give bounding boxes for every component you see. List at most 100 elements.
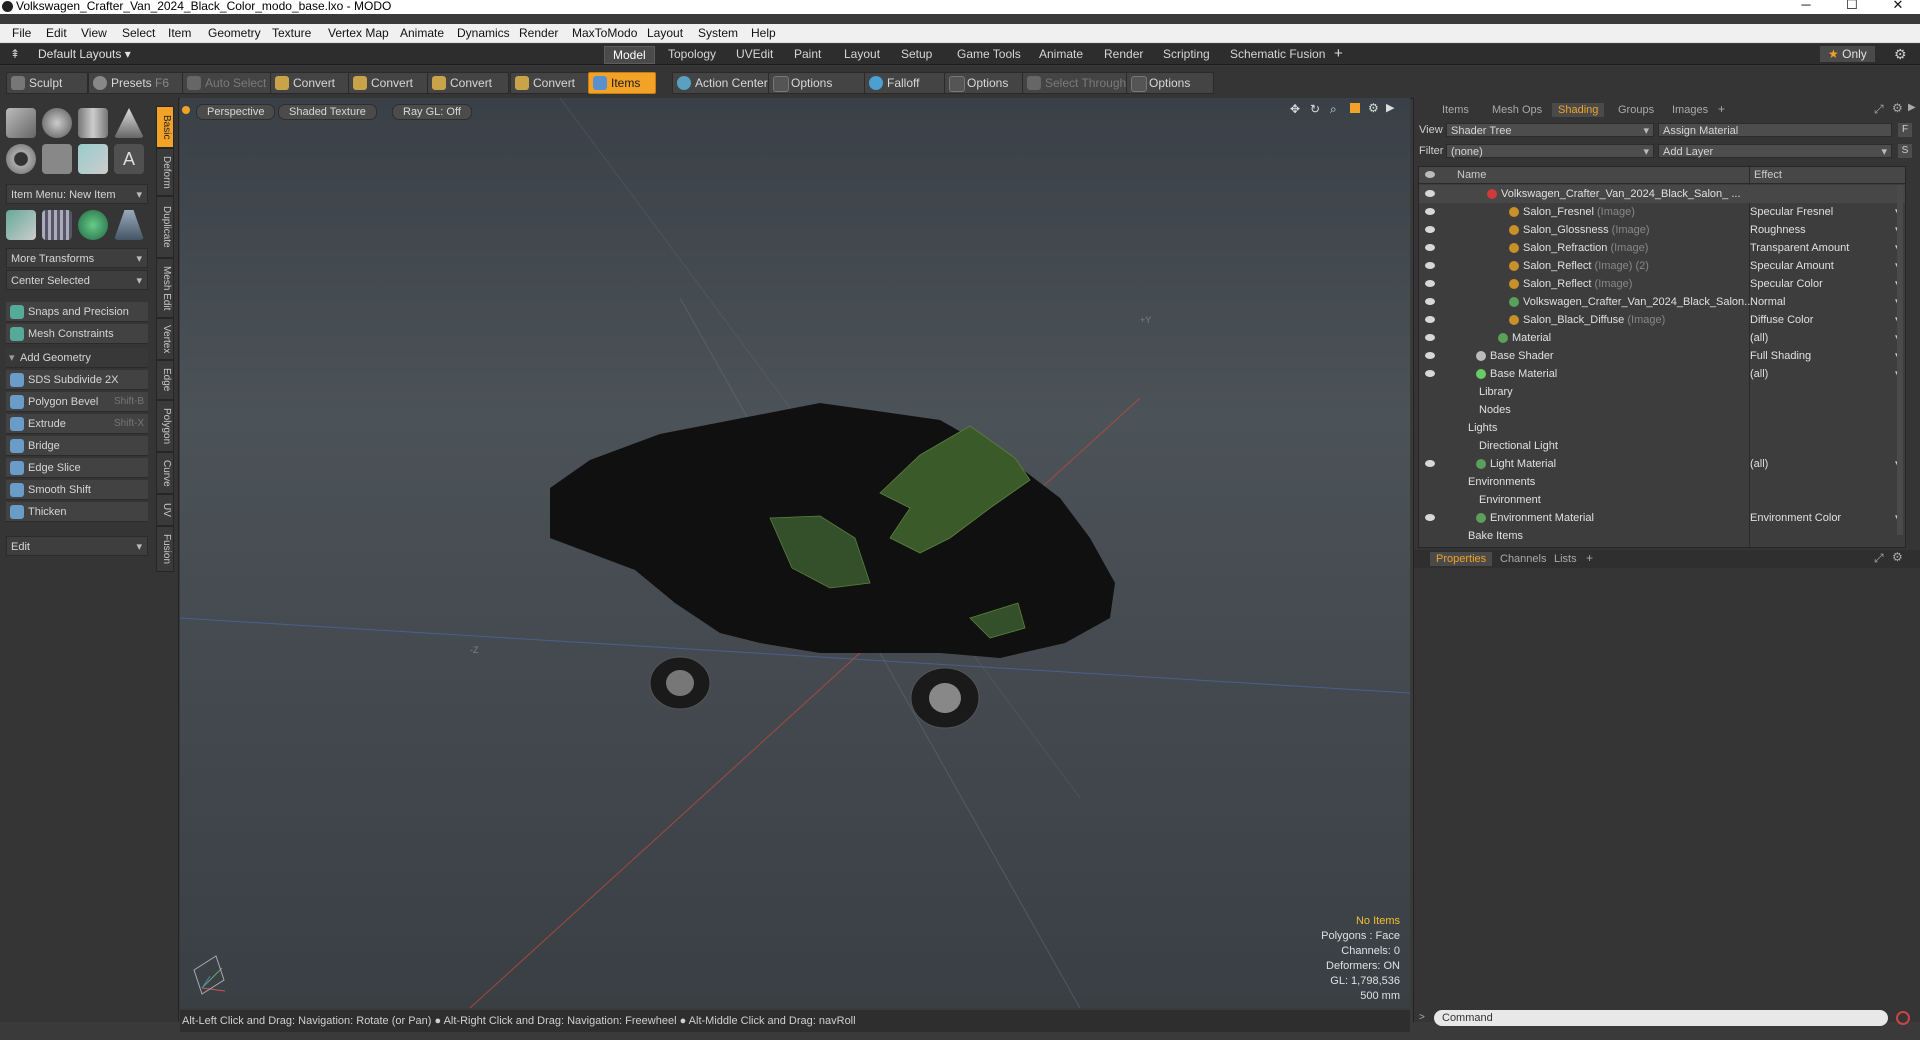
pen-tool-icon[interactable]	[78, 144, 108, 174]
vtab-deform[interactable]: Deform	[156, 148, 174, 196]
menu-vertex-map[interactable]: Vertex Map	[328, 26, 389, 40]
tree-row[interactable]: Base Material (all)	[1419, 365, 1905, 383]
effect-dropdown[interactable]: Transparent Amount	[1750, 239, 1901, 257]
vtab-fusion[interactable]: Fusion	[156, 526, 174, 572]
props-settings-icon[interactable]: ⚙	[1892, 550, 1903, 564]
select-through-button[interactable]: Select Through	[1022, 72, 1142, 94]
tree-row[interactable]: Volkswagen_Crafter_Van_2024_Black_Salon_…	[1419, 185, 1905, 203]
extrude-button[interactable]: Extrude Shift-X	[6, 414, 148, 434]
tab-items[interactable]: Items	[1436, 103, 1475, 117]
vtab-mesh-edit[interactable]: Mesh Edit	[156, 258, 174, 318]
tab-animate[interactable]: Animate	[1031, 46, 1091, 62]
effect-dropdown[interactable]: Specular Amount	[1750, 257, 1900, 275]
visibility-eye-icon[interactable]	[1425, 352, 1435, 359]
options-button-1[interactable]: Options	[768, 72, 870, 94]
visibility-eye-icon[interactable]	[1425, 298, 1435, 305]
convert-button-4[interactable]: Convert	[510, 72, 592, 94]
convert-button-3[interactable]: Convert	[427, 72, 509, 94]
visibility-eye-icon[interactable]	[1425, 370, 1435, 377]
visibility-eye-icon[interactable]	[1425, 334, 1435, 341]
3d-viewport[interactable]: +Y -Z Perspective Shaded Texture Ray GL:…	[180, 98, 1410, 1008]
tree-row[interactable]: Base Shader Full Shading	[1419, 347, 1905, 365]
menu-animate[interactable]: Animate	[400, 26, 444, 40]
tab-setup[interactable]: Setup	[893, 46, 940, 62]
menu-render[interactable]: Render	[519, 26, 558, 40]
visibility-eye-icon[interactable]	[1425, 316, 1435, 323]
raygl-button[interactable]: Ray GL: Off	[392, 104, 472, 120]
items-mode-button[interactable]: Items	[588, 72, 656, 94]
tree-row[interactable]: Nodes	[1419, 401, 1905, 419]
tree-row[interactable]: Salon_Black_Diffuse (Image) Diffuse Color	[1419, 311, 1905, 329]
tree-row[interactable]: Bake Items	[1419, 527, 1905, 545]
filter-dropdown[interactable]: (none)	[1446, 144, 1654, 159]
tree-row[interactable]: Environment	[1419, 491, 1905, 509]
move-view-icon[interactable]: ✥	[1290, 102, 1300, 116]
minimize-button[interactable]: ─	[1786, 0, 1826, 14]
vtab-polygon[interactable]: Polygon	[156, 400, 174, 452]
vtab-uv[interactable]: UV	[156, 494, 174, 526]
vtab-basic[interactable]: Basic	[156, 106, 174, 148]
expand-panel-icon[interactable]: ⤢	[1874, 102, 1884, 117]
expand-props-icon[interactable]: ⤢	[1874, 551, 1884, 566]
menu-system[interactable]: System	[698, 26, 738, 40]
menu-texture[interactable]: Texture	[272, 26, 311, 40]
auto-select-button[interactable]: Auto Select	[182, 72, 278, 94]
record-icon[interactable]	[1896, 1011, 1910, 1025]
text-tool-icon[interactable]: A	[114, 144, 144, 174]
menu-item[interactable]: Item	[168, 26, 191, 40]
tab-render[interactable]: Render	[1096, 46, 1151, 62]
panel-settings-icon[interactable]: ⚙	[1892, 101, 1903, 115]
tree-row[interactable]: Light Material (all)	[1419, 455, 1905, 473]
viewport-settings-icon[interactable]: ⚙	[1368, 101, 1379, 115]
visibility-eye-icon[interactable]	[1425, 244, 1435, 251]
tree-row[interactable]: Salon_Fresnel (Image) Specular Fresnel	[1419, 203, 1905, 221]
sds-subdivide-button[interactable]: SDS Subdivide 2X	[6, 370, 148, 390]
vtab-curve[interactable]: Curve	[156, 452, 174, 494]
bridge-button[interactable]: Bridge	[6, 436, 148, 456]
cone-primitive-icon[interactable]	[114, 108, 144, 138]
visibility-eye-icon[interactable]	[1425, 280, 1435, 287]
view-dropdown[interactable]: Shader Tree	[1446, 123, 1654, 138]
vtab-edge[interactable]: Edge	[156, 360, 174, 400]
s-button[interactable]: S	[1898, 144, 1912, 158]
options-button-3[interactable]: Options	[1126, 72, 1214, 94]
layout-arrow-icon[interactable]: ⇞	[10, 47, 20, 61]
tree-row[interactable]: Volkswagen_Crafter_Van_2024_Black_Salon.…	[1419, 293, 1905, 311]
effect-dropdown[interactable]: Diffuse Color	[1750, 311, 1901, 329]
convert-button-1[interactable]: Convert	[270, 72, 352, 94]
menu-edit[interactable]: Edit	[46, 26, 67, 40]
f-button[interactable]: F	[1898, 123, 1912, 137]
cylinder-primitive-icon[interactable]	[78, 108, 108, 138]
polygon-bevel-button[interactable]: Polygon Bevel Shift-B	[6, 392, 148, 412]
viewport-menu-icon[interactable]	[182, 106, 190, 114]
tab-images[interactable]: Images	[1666, 103, 1714, 117]
tab-lists[interactable]: Lists	[1548, 552, 1583, 566]
tab-model[interactable]: Model	[604, 46, 655, 64]
zoom-view-icon[interactable]: ⌕	[1330, 102, 1337, 117]
perspective-button[interactable]: Perspective	[196, 104, 276, 120]
menu-layout[interactable]: Layout	[647, 26, 683, 40]
menu-select[interactable]: Select	[122, 26, 155, 40]
effect-dropdown[interactable]: Specular Color	[1750, 275, 1900, 293]
locator-icon[interactable]	[6, 210, 36, 240]
tree-row[interactable]: Material (all)	[1419, 329, 1905, 347]
globe-icon[interactable]	[78, 210, 108, 240]
add-panel-tab-icon[interactable]: +	[1718, 102, 1725, 116]
thicken-button[interactable]: Thicken	[6, 502, 148, 522]
gear-icon[interactable]: ⚙	[1894, 46, 1907, 63]
grid-icon[interactable]	[42, 210, 72, 240]
tab-paint[interactable]: Paint	[786, 46, 829, 62]
effect-dropdown[interactable]: Roughness	[1750, 221, 1900, 239]
effect-column-header[interactable]: Effect	[1754, 167, 1782, 183]
convert-button-2[interactable]: Convert	[348, 72, 430, 94]
light-cone-icon[interactable]	[114, 210, 144, 240]
tree-scrollbar[interactable]	[1897, 185, 1903, 535]
effect-dropdown[interactable]: Environment Color	[1750, 509, 1901, 527]
sculpt-button[interactable]: Sculpt	[6, 72, 88, 94]
snaps-and-precision-button[interactable]: Snaps and Precision	[6, 302, 148, 322]
close-button[interactable]: ✕	[1878, 0, 1918, 14]
add-tab-icon[interactable]: +	[1334, 45, 1343, 62]
torus-primitive-icon[interactable]	[6, 144, 36, 174]
cube-primitive-icon[interactable]	[6, 108, 36, 138]
tree-row[interactable]: Salon_Reflect (Image) (2) Specular Amount	[1419, 257, 1905, 275]
